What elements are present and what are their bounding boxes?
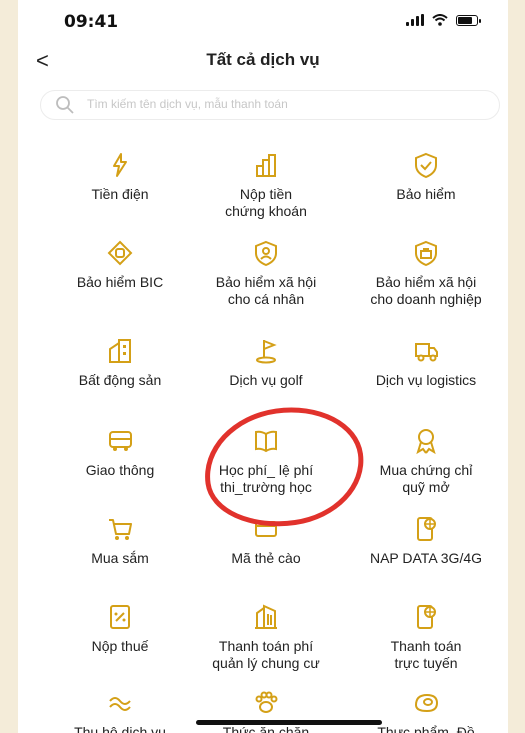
status-time: 09:41 xyxy=(64,12,119,32)
service-item[interactable]: Thu hộ dịch vụ xyxy=(40,688,200,733)
golf-flag-icon xyxy=(186,336,346,366)
service-item[interactable]: NAP DATA 3G/4G xyxy=(346,514,506,567)
search-icon xyxy=(56,96,74,114)
paw-icon xyxy=(186,688,346,718)
service-label: Tiền điện xyxy=(91,186,149,202)
phone-screen: 09:41 < Tất cả dịch vụ Tiền điện Nộp tiền… xyxy=(18,0,508,733)
service-label: Bảo hiểm BIC xyxy=(76,274,164,290)
signal-icon xyxy=(406,14,424,26)
bus-icon xyxy=(40,426,200,456)
battery-icon xyxy=(456,14,481,26)
service-label: Mua chứng chỉ quỹ mở xyxy=(379,462,473,495)
diamond-icon xyxy=(40,238,200,268)
service-item[interactable]: Nộp tiền chứng khoán xyxy=(186,150,346,220)
service-label: Mua sắm xyxy=(91,550,149,566)
apartment-icon xyxy=(186,602,346,632)
service-item[interactable]: Bảo hiểm BIC xyxy=(40,238,200,291)
service-label: Thanh toán trực tuyến xyxy=(390,638,462,671)
globe-phone-icon xyxy=(346,602,506,632)
shield-person-icon xyxy=(186,238,346,268)
shield-briefcase-icon xyxy=(346,238,506,268)
shield-check-icon xyxy=(346,150,506,180)
service-label: Bảo hiểm xã hội cho cá nhân xyxy=(215,274,317,307)
service-label: Thực phẩm, Đồ xyxy=(377,724,475,733)
service-label: Thu hộ dịch vụ xyxy=(74,724,166,733)
service-label: Nộp thuế xyxy=(91,638,149,654)
header: < Tất cả dịch vụ xyxy=(18,44,508,80)
service-label: Nộp tiền chứng khoán xyxy=(225,186,307,219)
service-item[interactable]: Giao thông xyxy=(40,426,200,479)
service-item[interactable]: Bảo hiểm xã hội cho cá nhân xyxy=(186,238,346,308)
service-item[interactable]: Dịch vụ logistics xyxy=(346,336,506,389)
service-label: Dịch vụ logistics xyxy=(375,372,477,388)
service-item[interactable]: Thanh toán trực tuyến xyxy=(346,602,506,672)
service-label: Bảo hiểm xã hội cho doanh nghiệp xyxy=(370,274,482,307)
service-item[interactable]: Học phí_ lệ phí thi_trường học xyxy=(186,426,346,496)
service-item[interactable]: Thực phẩm, Đồ xyxy=(346,688,506,733)
tax-icon xyxy=(40,602,200,632)
service-label: Thức ăn chăn xyxy=(222,724,310,733)
service-label: Bất động sản xyxy=(78,372,162,388)
status-bar: 09:41 xyxy=(18,0,508,40)
service-item[interactable]: Bảo hiểm xyxy=(346,150,506,203)
book-icon xyxy=(186,426,346,456)
service-label: Thanh toán phí quản lý chung cư xyxy=(212,638,320,671)
service-item[interactable]: Mua sắm xyxy=(40,514,200,567)
service-item[interactable]: Mua chứng chỉ quỹ mở xyxy=(346,426,506,496)
globe-phone-icon xyxy=(346,514,506,544)
service-item[interactable]: Mã thẻ cào xyxy=(186,514,346,567)
service-item[interactable]: Tiền điện xyxy=(40,150,200,203)
service-label: Dịch vụ golf xyxy=(229,372,303,388)
page-title: Tất cả dịch vụ xyxy=(206,50,320,69)
meat-icon xyxy=(346,688,506,718)
card-icon xyxy=(186,514,346,544)
service-item[interactable]: Dịch vụ golf xyxy=(186,336,346,389)
building-icon xyxy=(40,336,200,366)
truck-icon xyxy=(346,336,506,366)
bar-chart-icon xyxy=(186,150,346,180)
search-bar[interactable] xyxy=(40,90,500,120)
wave-icon xyxy=(40,688,200,718)
service-item[interactable]: Thức ăn chăn xyxy=(186,688,346,733)
service-item[interactable]: Thanh toán phí quản lý chung cư xyxy=(186,602,346,672)
service-label: Giao thông xyxy=(85,462,155,478)
service-item[interactable]: Bảo hiểm xã hội cho doanh nghiệp xyxy=(346,238,506,308)
service-label: Học phí_ lệ phí thi_trường học xyxy=(218,462,314,495)
cart-icon xyxy=(40,514,200,544)
home-indicator xyxy=(196,720,382,725)
service-label: Mã thẻ cào xyxy=(231,550,301,566)
lightning-icon xyxy=(40,150,200,180)
service-label: NAP DATA 3G/4G xyxy=(369,550,483,566)
service-item[interactable]: Bất động sản xyxy=(40,336,200,389)
ribbon-icon xyxy=(346,426,506,456)
status-icons xyxy=(406,14,481,26)
wifi-icon xyxy=(432,14,448,26)
service-label: Bảo hiểm xyxy=(396,186,456,202)
search-input[interactable] xyxy=(85,96,469,112)
service-item[interactable]: Nộp thuế xyxy=(40,602,200,655)
